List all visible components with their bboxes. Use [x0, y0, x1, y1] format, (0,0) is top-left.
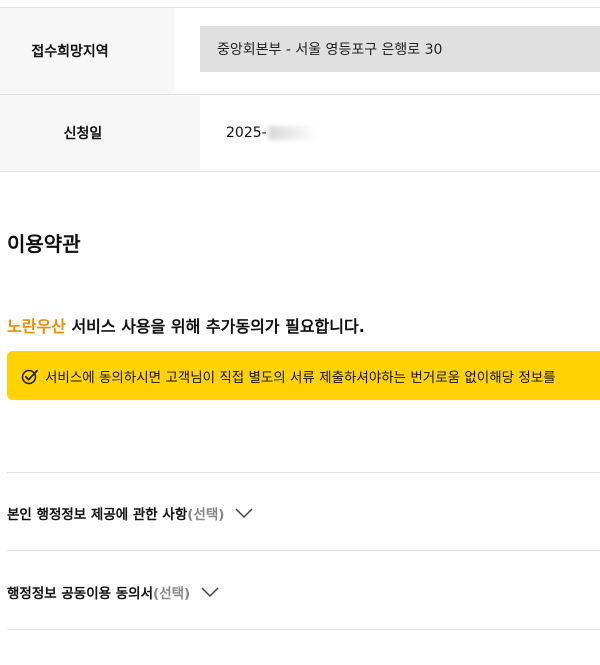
divider — [7, 550, 600, 551]
region-cell: 중앙회본부 - 서울 영등포구 은행로 30 — [174, 8, 600, 94]
brand-name: 노란우산 — [7, 317, 66, 336]
consent-notice-banner: 서비스에 동의하시면 고객님이 직접 별도의 서류 제출하셔야하는 번거로움 없… — [7, 351, 600, 400]
redacted-date-blur — [267, 126, 316, 140]
date-label: 신청일 — [0, 95, 200, 171]
date-value: 2025- — [226, 125, 267, 141]
region-label: 접수희망지역 — [0, 8, 174, 94]
application-info-table: 접수희망지역 중앙회본부 - 서울 영등포구 은행로 30 신청일 2025- — [0, 0, 600, 172]
optional-badge: (선택) — [187, 507, 225, 523]
chevron-down-icon[interactable] — [234, 507, 254, 519]
optional-badge: (선택) — [153, 586, 191, 602]
divider — [7, 629, 600, 630]
table-row-date: 신청일 2025- — [0, 95, 600, 172]
chevron-down-icon[interactable] — [200, 586, 220, 598]
consent-heading-text: 서비스 사용을 위해 추가동의가 필요합니다. — [65, 317, 365, 336]
accordion-title: 본인 행정정보 제공에 관한 사항 — [7, 507, 188, 523]
notice-text: 서비스에 동의하시면 고객님이 직접 별도의 서류 제출하셔야하는 번거로움 없… — [45, 369, 556, 386]
date-cell: 2025- — [200, 95, 600, 171]
region-readonly-field: 중앙회본부 - 서울 영등포구 은행로 30 — [200, 26, 600, 72]
table-row-region: 접수희망지역 중앙회본부 - 서울 영등포구 은행로 30 — [0, 8, 600, 95]
accordion-admin-info-joint-use[interactable]: 행정정보 공동이용 동의서 (선택) — [7, 582, 220, 602]
divider — [7, 472, 600, 473]
accordion-title: 행정정보 공동이용 동의서 — [7, 586, 154, 602]
terms-section-title: 이용약관 — [7, 232, 81, 256]
consent-heading: 노란우산 서비스 사용을 위해 추가동의가 필요합니다. — [7, 313, 365, 337]
accordion-admin-info-provision[interactable]: 본인 행정정보 제공에 관한 사항 (선택) — [7, 503, 254, 523]
check-circle-icon — [21, 369, 38, 384]
